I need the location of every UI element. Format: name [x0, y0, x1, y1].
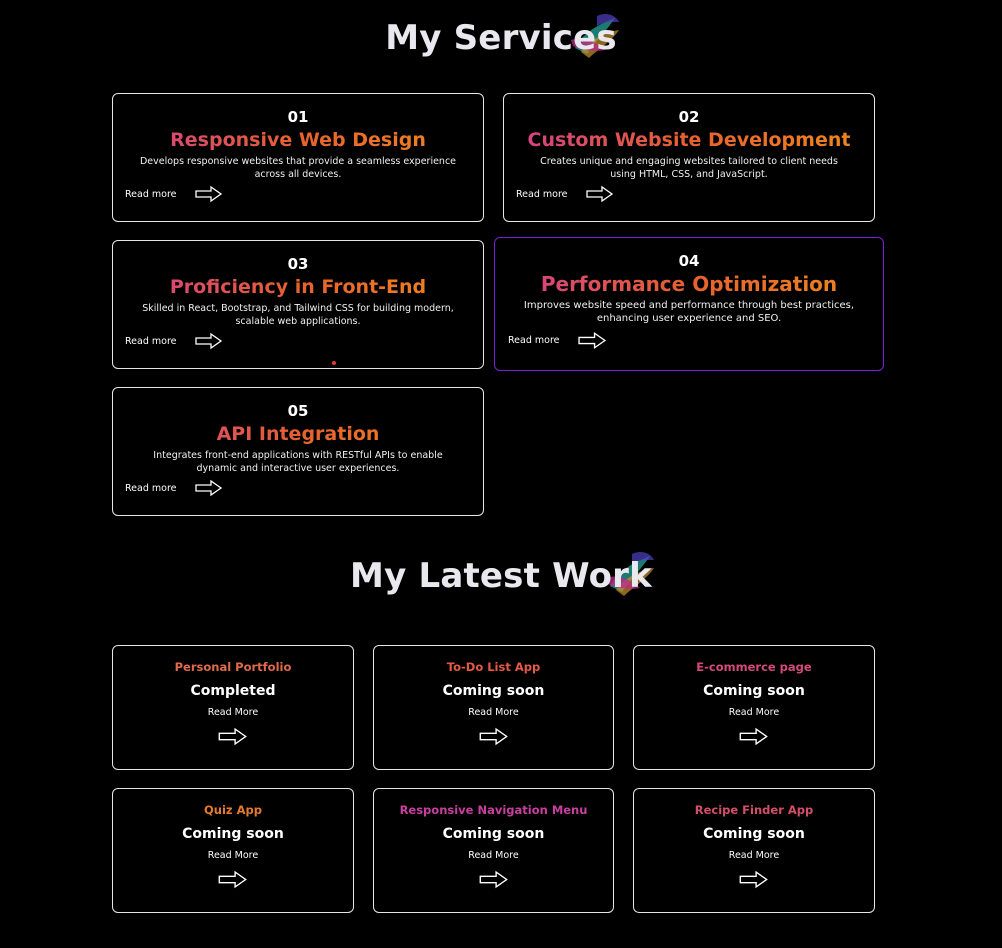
service-description: Integrates front-end applications with R…	[153, 450, 443, 474]
work-status: Coming soon	[182, 826, 284, 842]
work-heading: My Latest Work	[0, 552, 1002, 596]
services-heading: My Services	[0, 14, 1002, 58]
right-arrow-icon[interactable]	[218, 727, 248, 746]
service-description: Skilled in React, Bootstrap, and Tailwin…	[142, 303, 454, 327]
right-arrow-icon[interactable]	[479, 870, 509, 889]
read-more-link[interactable]: Read more	[125, 332, 223, 350]
right-arrow-icon[interactable]	[218, 870, 248, 889]
read-more-link[interactable]: Read More	[113, 850, 353, 862]
indicator-dot	[332, 361, 336, 365]
service-number: 04	[678, 252, 700, 270]
work-status: Coming soon	[703, 826, 805, 842]
right-arrow-icon	[194, 332, 222, 350]
right-arrow-icon[interactable]	[479, 727, 509, 746]
work-title: Personal Portfolio	[174, 660, 292, 674]
service-title: Responsive Web Design	[113, 127, 483, 153]
read-more-link[interactable]: Read more	[508, 331, 607, 350]
work-card: Quiz App Coming soon Read More	[112, 788, 354, 913]
work-card: To-Do List App Coming soon Read More	[373, 645, 614, 770]
right-arrow-icon	[194, 479, 222, 497]
read-more-link[interactable]: Read more	[125, 185, 223, 203]
read-more-label: Read more	[508, 335, 560, 346]
right-arrow-icon[interactable]	[739, 727, 769, 746]
work-title: Recipe Finder App	[694, 803, 814, 817]
service-description: Creates unique and engaging websites tai…	[540, 156, 838, 180]
work-status: Completed	[190, 683, 276, 699]
service-card: 01 Responsive Web Design Develops respon…	[112, 93, 484, 222]
work-card: Responsive Navigation Menu Coming soon R…	[373, 788, 614, 913]
work-card: Recipe Finder App Coming soon Read More	[633, 788, 875, 913]
read-more-link[interactable]: Read More	[374, 850, 613, 862]
work-title: E-commerce page	[696, 660, 812, 674]
work-status: Coming soon	[442, 683, 545, 699]
work-status: Coming soon	[442, 826, 545, 842]
service-number: 02	[678, 108, 700, 126]
right-arrow-icon[interactable]	[739, 870, 769, 889]
read-more-link[interactable]: Read More	[113, 707, 353, 719]
work-title: To-Do List App	[446, 660, 541, 674]
read-more-link[interactable]: Read more	[516, 185, 614, 203]
service-description: Improves website speed and performance t…	[523, 300, 855, 324]
read-more-link[interactable]: Read More	[374, 707, 613, 719]
work-status: Coming soon	[703, 683, 805, 699]
service-card: 05 API Integration Integrates front-end …	[112, 387, 484, 516]
work-card: Personal Portfolio Completed Read More	[112, 645, 354, 770]
service-card-hovered: 04 Performance Optimization Improves web…	[494, 237, 884, 371]
service-card: 03 Proficiency in Front-End Skilled in R…	[112, 240, 484, 369]
service-number: 05	[287, 402, 309, 420]
service-card: 02 Custom Website Development Creates un…	[503, 93, 875, 222]
service-number: 01	[287, 108, 309, 126]
read-more-label: Read more	[125, 482, 177, 494]
read-more-link[interactable]: Read more	[125, 479, 223, 497]
read-more-label: Read more	[125, 188, 177, 200]
service-title: Custom Website Development	[504, 127, 874, 153]
service-title: Proficiency in Front-End	[113, 274, 483, 300]
service-description: Develops responsive websites that provid…	[139, 156, 457, 180]
right-arrow-icon	[585, 185, 613, 203]
read-more-link[interactable]: Read More	[634, 707, 874, 719]
read-more-link[interactable]: Read More	[634, 850, 874, 862]
work-title: Responsive Navigation Menu	[399, 803, 588, 817]
service-number: 03	[287, 255, 309, 273]
service-title: API Integration	[113, 421, 483, 447]
work-title: Quiz App	[204, 803, 262, 817]
read-more-label: Read more	[125, 335, 177, 347]
right-arrow-icon	[577, 331, 606, 350]
read-more-label: Read more	[516, 188, 568, 200]
right-arrow-icon	[194, 185, 222, 203]
work-card: E-commerce page Coming soon Read More	[633, 645, 875, 770]
service-title: Performance Optimization	[495, 271, 883, 297]
